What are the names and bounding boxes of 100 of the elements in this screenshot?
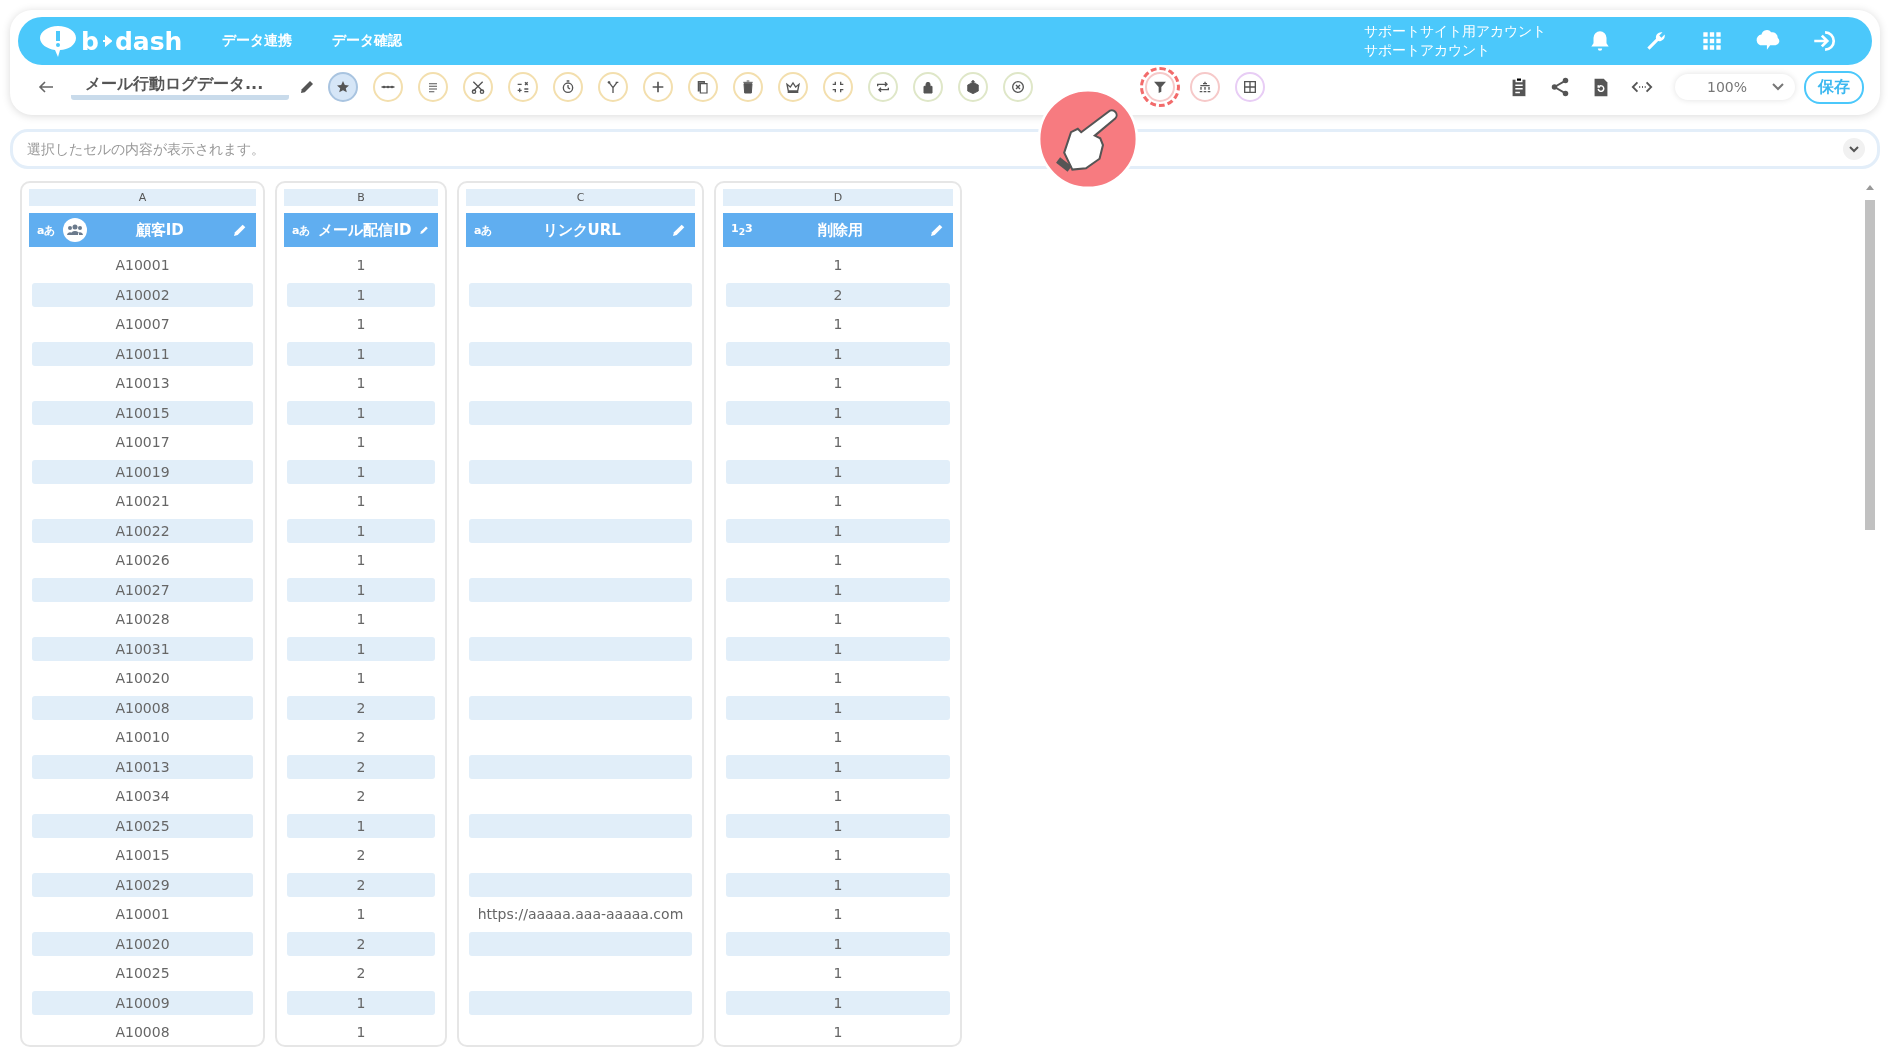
nav-link[interactable]: データ連携 (222, 32, 293, 50)
table-cell: A10020 (32, 931, 253, 956)
table-cell-text: A10028 (114, 610, 171, 629)
table-cell: 2 (287, 754, 435, 779)
account-user: サポートアカウント (1364, 41, 1491, 60)
table-cell-text: 1 (832, 610, 844, 629)
branch-icon (605, 79, 621, 95)
table-cell: 1 (287, 990, 435, 1015)
nav-link[interactable]: データ確認 (332, 32, 403, 50)
column-header[interactable]: aあ リンクURL (466, 213, 695, 247)
account-site: サポートサイト用アカウント (1364, 22, 1546, 41)
calc-tool[interactable] (508, 72, 538, 102)
table-cell-text: 1 (355, 610, 367, 629)
star-icon (335, 79, 351, 95)
table-cell-text: A10015 (114, 846, 171, 865)
trash-tool[interactable] (733, 72, 763, 102)
table-cell: 1 (287, 400, 435, 425)
column-letter[interactable]: A (29, 189, 256, 206)
table-cell-text: A10025 (114, 964, 171, 983)
table-cell: 1 (726, 459, 950, 484)
table-cell: 1 (287, 341, 435, 366)
table-cell: 2 (287, 695, 435, 720)
copy-tool[interactable] (688, 72, 718, 102)
table-cell: 1 (287, 282, 435, 307)
compress-tool[interactable] (823, 72, 853, 102)
table-cell: 2 (287, 931, 435, 956)
repeat-tool[interactable] (868, 72, 898, 102)
table-cell: 1 (726, 341, 950, 366)
scissors-icon (470, 79, 486, 95)
scissors-tool[interactable] (463, 72, 493, 102)
logo[interactable]: b dash (38, 24, 183, 58)
table-cell-text: 1 (355, 315, 367, 334)
branch-tool[interactable] (598, 72, 628, 102)
group-icon (1197, 79, 1213, 95)
table-cell-text: 1 (355, 1023, 367, 1042)
table-cell-text: A10013 (114, 374, 171, 393)
timer-icon (560, 79, 576, 95)
plus-icon (650, 79, 666, 95)
table-cell: 1 (726, 518, 950, 543)
zoom-select[interactable]: 100% (1674, 74, 1795, 100)
table-cell: A10019 (32, 459, 253, 484)
type-label: aあ (292, 222, 311, 238)
grid-tool[interactable] (1235, 72, 1265, 102)
cell-content-field[interactable]: 選択したセルの内容が表示されます。 (10, 129, 1880, 169)
filter-icon (1152, 79, 1168, 95)
lines-tool[interactable] (418, 72, 448, 102)
table-cell-text: 1 (355, 374, 367, 393)
table-cell-text: A10008 (114, 1023, 171, 1042)
timer-tool[interactable] (553, 72, 583, 102)
column-name: リンクURL (541, 220, 622, 240)
type-label: 1$_{2}$3 (731, 222, 753, 238)
table-cell: 1 (726, 990, 950, 1015)
dots-tool[interactable] (373, 72, 403, 102)
grid-icon (1242, 79, 1258, 95)
star-tool[interactable] (328, 72, 358, 102)
column-name: 削除用 (817, 220, 865, 240)
column-header[interactable]: aあ 顧客ID (29, 213, 256, 247)
table-cell-text: A10026 (114, 551, 171, 570)
table-cell: A10025 (32, 813, 253, 838)
table-cell-text: A10021 (114, 492, 171, 511)
table-cell: 1 (287, 813, 435, 838)
chevron-down-icon[interactable] (1842, 137, 1866, 161)
table-cell-text: 2 (355, 846, 367, 865)
table-cell-text: A10001 (114, 256, 171, 275)
column-letter[interactable]: C (466, 189, 695, 206)
table-cell-text: 1 (832, 433, 844, 452)
save-button[interactable]: 保存 (1804, 70, 1864, 104)
crown-tool[interactable] (778, 72, 808, 102)
table-cell-text: 1 (832, 964, 844, 983)
calc-icon (515, 79, 531, 95)
table-cell-text: 1 (832, 669, 844, 688)
edit-title-button[interactable] (298, 78, 316, 96)
column-letter[interactable]: B (284, 189, 438, 206)
table-cell: A10009 (32, 990, 253, 1015)
table-cell-text: 1 (355, 551, 367, 570)
table-cell-text: A10001 (114, 905, 171, 924)
type-label: aあ (474, 222, 493, 238)
table-cell-text: A10017 (114, 433, 171, 452)
column-header[interactable]: aあ メール配信ID (284, 213, 438, 247)
back-button[interactable] (38, 80, 54, 94)
table-cell-text: 1 (355, 669, 367, 688)
table-cell-text: 1 (832, 256, 844, 275)
column-header[interactable]: 1$_{2}$3 削除用 (723, 213, 953, 247)
table-cell: 1 (726, 577, 950, 602)
column-name: 顧客ID (134, 220, 185, 240)
table-cell-text: 1 (355, 905, 367, 924)
table-cell: 2 (726, 282, 950, 307)
title-field[interactable]: メール行動ログデータ... (71, 74, 289, 100)
table-cell: A10015 (32, 400, 253, 425)
table-cell: 1 (287, 636, 435, 661)
table-cell-text: 1 (832, 728, 844, 747)
trash-icon (740, 79, 756, 95)
arrow-icon (101, 35, 112, 47)
column-letter[interactable]: D (723, 189, 953, 206)
copy-icon (695, 79, 711, 95)
cancel-tool[interactable] (1003, 72, 1033, 102)
plus-tool[interactable] (643, 72, 673, 102)
table-cell-text: 1 (832, 315, 844, 334)
table-cell: 1 (726, 931, 950, 956)
group-tool[interactable] (1190, 72, 1220, 102)
